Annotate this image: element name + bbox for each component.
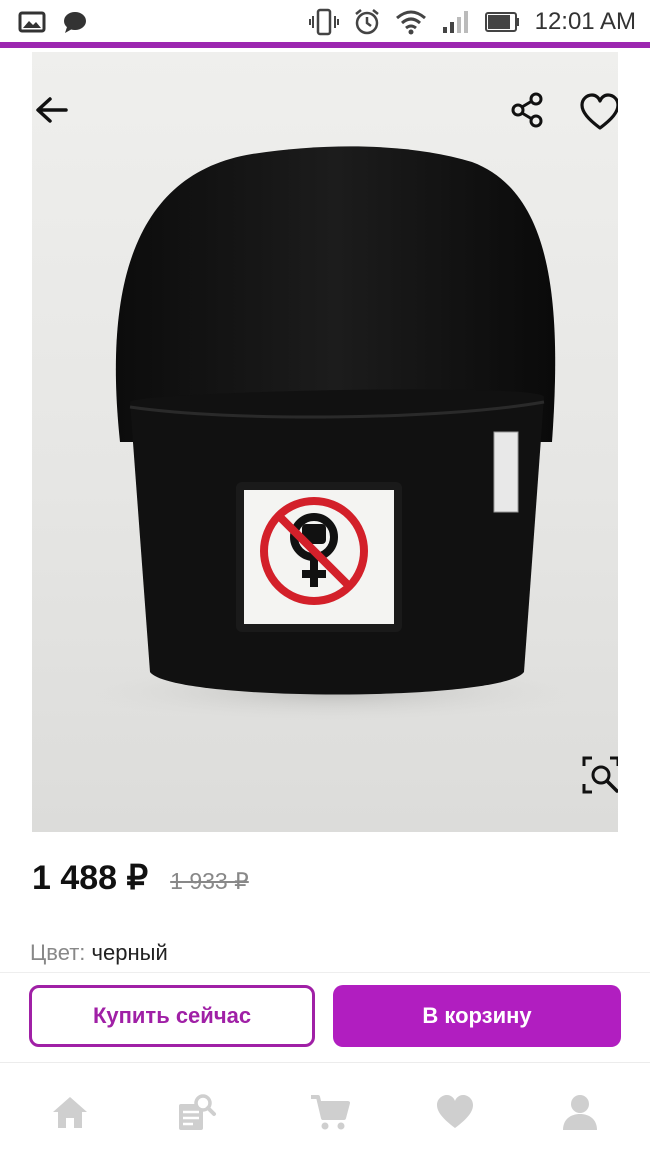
- catalog-search-icon: [179, 1094, 216, 1130]
- share-icon: [511, 92, 543, 128]
- color-row[interactable]: Цвет: черный: [30, 940, 168, 966]
- zoom-search-icon: [582, 756, 618, 794]
- alarm-icon: [354, 9, 379, 35]
- nav-cart[interactable]: [305, 1087, 355, 1137]
- nav-favorites[interactable]: [430, 1087, 480, 1137]
- message-icon: [64, 12, 86, 33]
- image-search-button[interactable]: [580, 754, 618, 796]
- gallery-icon: [18, 11, 46, 33]
- signal-icon: [442, 11, 468, 33]
- status-right-icons: 12:01 AM: [308, 8, 636, 36]
- color-label: Цвет:: [30, 940, 86, 965]
- divider: [0, 972, 650, 973]
- bottom-nav: [0, 1062, 650, 1157]
- favorites-heart-icon: [437, 1095, 473, 1128]
- color-value: черный: [91, 940, 168, 965]
- back-arrow-icon: [36, 97, 68, 123]
- status-left-icons: [18, 10, 88, 34]
- share-button[interactable]: [508, 90, 548, 130]
- nav-profile[interactable]: [555, 1087, 605, 1137]
- profile-icon: [563, 1095, 597, 1130]
- status-accent-line: [0, 42, 650, 48]
- price-row: 1 488 ₽ 1 933 ₽: [32, 858, 249, 898]
- vibrate-icon: [308, 8, 339, 36]
- status-time: 12:01 AM: [534, 8, 636, 35]
- current-price: 1 488 ₽: [32, 859, 149, 897]
- cart-icon: [311, 1095, 350, 1130]
- add-to-cart-button[interactable]: В корзину: [333, 985, 621, 1047]
- favorite-button[interactable]: [578, 92, 618, 132]
- old-price: 1 933 ₽: [170, 868, 249, 894]
- back-button[interactable]: [32, 90, 72, 130]
- nav-catalog[interactable]: [170, 1087, 220, 1137]
- beanie-hat-photo: [82, 146, 582, 722]
- wifi-icon: [395, 10, 426, 35]
- status-bar: 12:01 AM: [0, 0, 650, 48]
- battery-icon: [484, 12, 519, 32]
- home-icon: [53, 1097, 87, 1128]
- heart-icon: [580, 93, 618, 130]
- nav-home[interactable]: [45, 1087, 95, 1137]
- buy-now-button[interactable]: Купить сейчас: [29, 985, 315, 1047]
- product-image[interactable]: [32, 52, 618, 832]
